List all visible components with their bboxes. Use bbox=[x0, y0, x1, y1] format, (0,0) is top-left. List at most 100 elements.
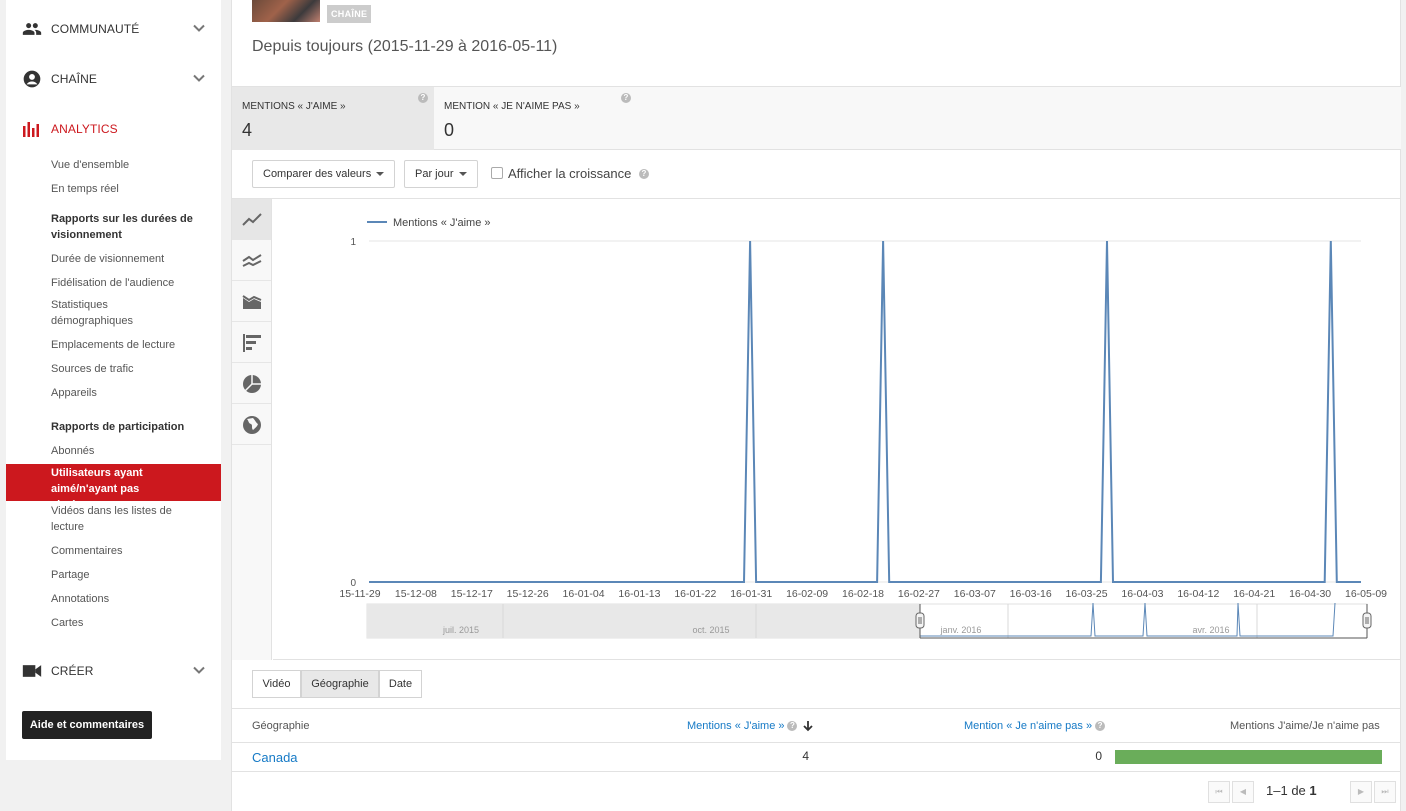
chevron-down-icon[interactable] bbox=[192, 663, 206, 677]
col-header-dislikes[interactable]: Mention « Je n'aime pas »? bbox=[964, 720, 1106, 732]
video-camera-icon bbox=[22, 665, 42, 677]
row-dislikes-value: 0 bbox=[1095, 749, 1102, 763]
x-tick-label: 15-12-08 bbox=[395, 588, 437, 600]
col-header-likes[interactable]: Mentions « J'aime »? bbox=[687, 720, 814, 732]
compare-values-dropdown[interactable]: Comparer des valeurs bbox=[252, 160, 396, 188]
sidebar-item-annotations[interactable]: Annotations bbox=[6, 591, 221, 607]
nav-channel[interactable]: CHAÎNE bbox=[6, 59, 221, 99]
pie-chart-button[interactable] bbox=[232, 363, 271, 404]
nav-channel-label: CHAÎNE bbox=[51, 72, 97, 86]
show-growth-label[interactable]: Afficher la croissance bbox=[508, 166, 631, 181]
period-label: Par jour bbox=[415, 168, 454, 180]
sidebar-item-likes-dislikes[interactable]: Utilisateurs ayant aimé/n'ayant pas aimé bbox=[6, 464, 221, 511]
sidebar-item-playback-locations[interactable]: Emplacements de lecture bbox=[6, 337, 221, 353]
sidebar-item-watch-time[interactable]: Durée de visionnement bbox=[6, 251, 221, 267]
nav-community-label: COMMUNAUTÉ bbox=[51, 22, 140, 36]
channel-thumbnail[interactable] bbox=[252, 0, 320, 22]
period-dropdown[interactable]: Par jour bbox=[404, 160, 478, 188]
nav-create[interactable]: CRÉER bbox=[6, 651, 221, 691]
legend-label: Mentions « J'aime » bbox=[393, 217, 490, 229]
col-header-ratio: Mentions J'aime/Je n'aime pas bbox=[1230, 720, 1380, 732]
show-growth-checkbox[interactable] bbox=[491, 167, 503, 179]
help-icon[interactable]: ? bbox=[787, 721, 798, 732]
x-tick-label: 16-03-16 bbox=[1010, 588, 1052, 600]
bar-chart-icon bbox=[23, 122, 39, 137]
row-country-link[interactable]: Canada bbox=[252, 750, 298, 765]
line-chart-button[interactable] bbox=[232, 199, 271, 240]
multi-line-chart-icon bbox=[242, 254, 262, 267]
sidebar-item-comments[interactable]: Commentaires bbox=[6, 543, 221, 559]
tab-geography[interactable]: Géographie bbox=[301, 670, 379, 698]
navigator-right-handle[interactable] bbox=[1362, 612, 1372, 629]
chevron-down-icon[interactable] bbox=[192, 71, 206, 85]
ratio-bar-fill bbox=[1115, 750, 1382, 764]
y-tick-label: 1 bbox=[350, 237, 356, 248]
sidebar-item-subscribers[interactable]: Abonnés bbox=[6, 443, 221, 459]
x-tick-label: 16-03-25 bbox=[1066, 588, 1108, 600]
navigator-label: oct. 2015 bbox=[692, 625, 729, 635]
chart-type-selector bbox=[232, 199, 272, 660]
area-chart-icon bbox=[242, 295, 262, 309]
multi-line-chart-button[interactable] bbox=[232, 240, 271, 281]
x-tick-label: 15-12-17 bbox=[451, 588, 493, 600]
bar-chart-button[interactable] bbox=[232, 322, 271, 363]
sidebar-item-realtime[interactable]: En temps réel bbox=[6, 181, 221, 197]
x-tick-label: 15-12-26 bbox=[507, 588, 549, 600]
col-header-dislikes-label: Mention « Je n'aime pas » bbox=[964, 720, 1093, 732]
channel-badge: CHAÎNE bbox=[327, 5, 372, 23]
x-tick-label: 16-05-09 bbox=[1345, 588, 1387, 600]
metric-dislikes[interactable]: MENTION « JE N'AIME PAS » 0 ? bbox=[434, 87, 634, 150]
account-circle-icon bbox=[23, 70, 41, 88]
sidebar-item-cards[interactable]: Cartes bbox=[6, 615, 221, 631]
pie-chart-icon bbox=[243, 375, 261, 393]
x-tick-label: 16-02-09 bbox=[786, 588, 828, 600]
metric-likes-value: 4 bbox=[242, 120, 253, 140]
navigator-left-handle[interactable] bbox=[915, 612, 925, 629]
help-icon[interactable]: ? bbox=[621, 93, 631, 103]
sidebar-item-devices[interactable]: Appareils bbox=[6, 385, 221, 401]
tab-date[interactable]: Date bbox=[379, 670, 422, 698]
nav-analytics-label: ANALYTICS bbox=[51, 122, 118, 136]
sort-down-arrow-icon bbox=[803, 721, 814, 732]
metric-dislikes-label: MENTION « JE N'AIME PAS » bbox=[444, 101, 580, 112]
row-likes-value: 4 bbox=[802, 749, 809, 763]
help-icon[interactable]: ? bbox=[418, 93, 428, 103]
prev-page-button[interactable]: ◀ bbox=[1232, 781, 1254, 803]
caret-down-icon bbox=[458, 172, 467, 177]
metric-likes[interactable]: MENTIONS « J'AIME » 4 ? bbox=[232, 87, 434, 150]
help-icon[interactable]: ? bbox=[1095, 721, 1106, 732]
sidebar-item-demographics[interactable]: Statistiques démographiques bbox=[6, 297, 156, 329]
sidebar-item-playlists[interactable]: Vidéos dans les listes de lecture bbox=[6, 503, 191, 535]
next-page-button[interactable]: ▶ bbox=[1350, 781, 1372, 803]
sidebar-item-sharing[interactable]: Partage bbox=[6, 567, 221, 583]
tab-video[interactable]: Vidéo bbox=[252, 670, 301, 698]
help-icon[interactable]: ? bbox=[639, 169, 649, 179]
sidebar: COMMUNAUTÉ CHAÎNE ANALYTICS Vue d'ensemb… bbox=[6, 0, 221, 760]
x-tick-label: 16-03-07 bbox=[954, 588, 996, 600]
likes-line-chart[interactable]: 01Mentions « J'aime »15-11-29 15-12-08 15-… bbox=[273, 199, 1401, 660]
page-total: 1 bbox=[1309, 783, 1317, 798]
x-tick-label: 16-01-31 bbox=[730, 588, 772, 600]
line-chart-icon bbox=[242, 213, 262, 226]
first-page-button[interactable]: ⏮ bbox=[1208, 781, 1230, 803]
nav-create-label: CRÉER bbox=[51, 664, 94, 678]
sidebar-item-retention[interactable]: Fidélisation de l'audience bbox=[6, 275, 221, 291]
nav-community[interactable]: COMMUNAUTÉ bbox=[6, 9, 221, 49]
chevron-down-icon[interactable] bbox=[192, 21, 206, 35]
navigator-label: avr. 2016 bbox=[1192, 625, 1229, 635]
col-header-likes-label: Mentions « J'aime » bbox=[687, 720, 785, 732]
area-chart-button[interactable] bbox=[232, 281, 271, 322]
navigator-label: janv. 2016 bbox=[940, 625, 982, 635]
date-range[interactable]: Depuis toujours (2015-11-29 à 2016-05-11… bbox=[252, 38, 557, 56]
map-chart-button[interactable] bbox=[232, 404, 271, 445]
sidebar-item-traffic-sources[interactable]: Sources de trafic bbox=[6, 361, 221, 377]
x-tick-label: 15-11-29 bbox=[339, 588, 380, 600]
x-tick-label: 16-04-12 bbox=[1177, 588, 1219, 600]
table-header: Géographie Mentions « J'aime »? Mention … bbox=[232, 708, 1401, 743]
ratio-bar-track bbox=[1115, 750, 1382, 764]
nav-analytics[interactable]: ANALYTICS bbox=[6, 109, 221, 149]
sidebar-item-overview[interactable]: Vue d'ensemble bbox=[6, 157, 221, 173]
help-feedback-button[interactable]: Aide et commentaires bbox=[22, 711, 152, 739]
last-page-button[interactable]: ⏭ bbox=[1374, 781, 1396, 803]
metric-likes-label: MENTIONS « J'AIME » bbox=[242, 101, 346, 112]
